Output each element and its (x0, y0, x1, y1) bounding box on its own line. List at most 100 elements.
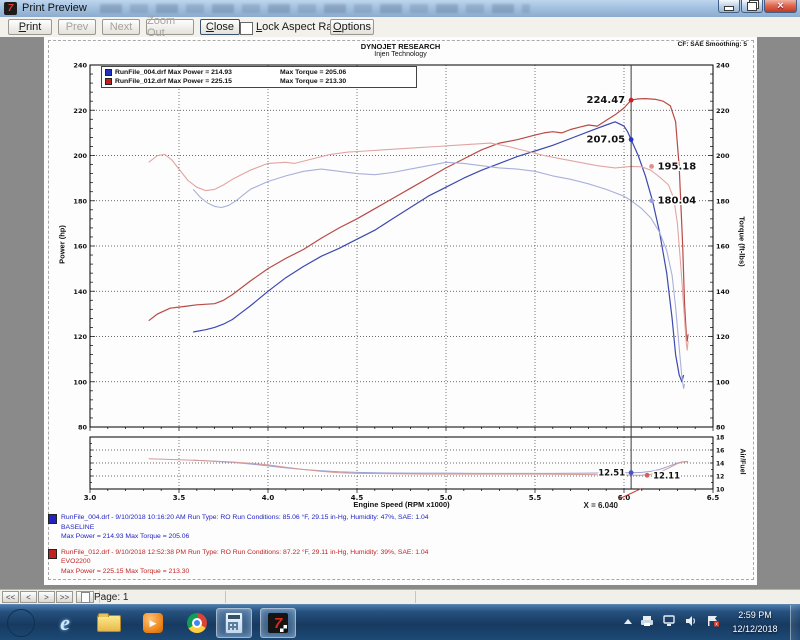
next-page-button[interactable]: > (38, 591, 55, 603)
marker-label: 12.11 (653, 471, 680, 481)
start-button[interactable] (4, 608, 38, 638)
windows-start-icon (7, 609, 35, 637)
run-details: RunFile_004.drf - 9/10/2018 10:16:20 AM … (48, 513, 738, 582)
series-runfile-004-torque-ft-lbs- (193, 162, 684, 388)
lock-aspect-ratio-checkbox[interactable] (240, 22, 253, 35)
taskbar-item-calculator[interactable] (216, 608, 252, 638)
legend-swatch-run2 (105, 78, 112, 85)
prev-page-button[interactable]: < (20, 591, 37, 603)
restore-icon (747, 2, 757, 11)
svg-text:120: 120 (73, 333, 87, 341)
taskbar-item-internet-explorer[interactable]: e (48, 608, 82, 638)
x-axis-label: Engine Speed (RPM x1000) (90, 500, 713, 509)
svg-text:100: 100 (716, 378, 730, 386)
torque-axis-label: Torque (ft-lbs) (738, 197, 747, 287)
next-button: Next (102, 19, 140, 35)
run1-swatch (48, 514, 57, 524)
system-tray: x (624, 615, 720, 627)
restore-button[interactable] (741, 0, 763, 13)
first-page-button[interactable]: << (2, 591, 19, 603)
printer-icon[interactable] (640, 615, 654, 627)
marker-dot (629, 470, 634, 475)
minimize-button[interactable] (718, 0, 740, 13)
svg-text:80: 80 (78, 424, 88, 432)
svg-text:100: 100 (73, 378, 87, 386)
run2-name: EVO2200 (61, 557, 738, 567)
titlebar[interactable]: 7 Print Preview × (0, 0, 800, 18)
show-desktop-button[interactable] (790, 605, 800, 640)
page-indicator: Page: 1 (94, 592, 128, 603)
internet-explorer-icon: e (60, 610, 70, 636)
action-center-flag-icon[interactable]: x (706, 615, 720, 627)
svg-text:180: 180 (716, 197, 730, 205)
svg-text:200: 200 (73, 152, 87, 160)
window-title: Print Preview (22, 2, 87, 14)
marker-dot (649, 164, 654, 169)
screen: 7 Print Preview × Print Prev Next Zoom O… (0, 0, 800, 640)
marker-label: 224.47 (587, 95, 626, 106)
svg-text:200: 200 (716, 152, 730, 160)
svg-text:180: 180 (73, 197, 87, 205)
svg-text:18: 18 (716, 435, 724, 442)
clock-time: 2:59 PM (722, 608, 788, 622)
svg-text:10: 10 (716, 487, 724, 494)
taskbar-item-winpep[interactable]: 7 (260, 608, 296, 638)
prev-button: Prev (58, 19, 96, 35)
taskbar-item-chrome[interactable] (180, 608, 214, 638)
options-button[interactable]: Options (330, 19, 374, 35)
marker-label: 12.51 (598, 469, 625, 479)
media-player-icon: ▶ (143, 613, 163, 633)
run-info-evo2200: RunFile_012.drf - 9/10/2018 12:52:38 PM … (48, 548, 738, 577)
close-button[interactable]: Close (200, 19, 240, 35)
taskbar-item-explorer[interactable] (92, 608, 126, 638)
marker-label: 180.04 (658, 196, 697, 207)
svg-text:16: 16 (716, 448, 724, 455)
page-setup-button[interactable] (76, 591, 94, 603)
folder-icon (97, 615, 121, 632)
zoom-out-button: Zoom Out (146, 19, 194, 35)
marker-label: 195.18 (658, 161, 697, 172)
background-window-ghost-text (100, 4, 530, 13)
taskbar-item-media-player[interactable]: ▶ (136, 608, 170, 638)
power-axis-label: Power (hp) (58, 203, 67, 287)
tray-expand-icon[interactable] (624, 619, 632, 624)
network-icon[interactable] (662, 615, 676, 627)
svg-text:12: 12 (716, 474, 724, 481)
run2-max: Max Power = 225.15 Max Torque = 213.30 (61, 567, 738, 577)
svg-text:14: 14 (716, 461, 724, 468)
taskbar-clock[interactable]: 2:59 PM 12/12/2018 (722, 608, 788, 636)
close-icon: × (777, 1, 783, 12)
svg-text:140: 140 (73, 288, 87, 296)
legend-row: RunFile_012.drf Max Power = 225.15 Max T… (105, 77, 416, 86)
marker-label: 207.05 (587, 135, 626, 146)
series-runfile-004-power-hp- (193, 122, 683, 382)
svg-text:240: 240 (73, 62, 87, 70)
series-runfile-012-torque-ft-lbs- (149, 143, 688, 350)
run2-conditions: RunFile_012.drf - 9/10/2018 12:52:38 PM … (61, 548, 738, 558)
svg-text:160: 160 (73, 243, 87, 251)
toolbar: Print Prev Next Zoom Out Close Lock Aspe… (0, 17, 800, 38)
close-window-button[interactable]: × (764, 0, 797, 13)
speaker-icon[interactable] (684, 615, 698, 627)
run2-swatch (48, 549, 57, 559)
calculator-icon (225, 612, 243, 634)
svg-text:240: 240 (716, 62, 730, 70)
minimize-icon (724, 6, 734, 11)
taskbar: e ▶ 7 x 2:59 PM 12/12/2018 (0, 604, 800, 640)
legend-swatch-run1 (105, 69, 112, 76)
document-icon (81, 592, 90, 603)
marker-dot (629, 137, 634, 142)
svg-text:80: 80 (716, 424, 726, 432)
marker-dot (649, 198, 654, 203)
run1-conditions: RunFile_004.drf - 9/10/2018 10:16:20 AM … (61, 513, 738, 523)
clock-date: 12/12/2018 (722, 622, 788, 636)
chart-legend: RunFile_004.drf Max Power = 214.93 Max T… (101, 66, 417, 88)
print-button[interactable]: Print (8, 19, 52, 35)
legend-row: RunFile_004.drf Max Power = 214.93 Max T… (105, 68, 416, 77)
svg-text:220: 220 (73, 107, 87, 115)
last-page-button[interactable]: >> (56, 591, 73, 603)
winpep-dyno-icon: 7 (268, 613, 288, 633)
airfuel-axis-label: Air/Fuel (739, 440, 746, 484)
svg-text:120: 120 (716, 333, 730, 341)
cursor-position-label: X = 6.040 (518, 501, 618, 510)
